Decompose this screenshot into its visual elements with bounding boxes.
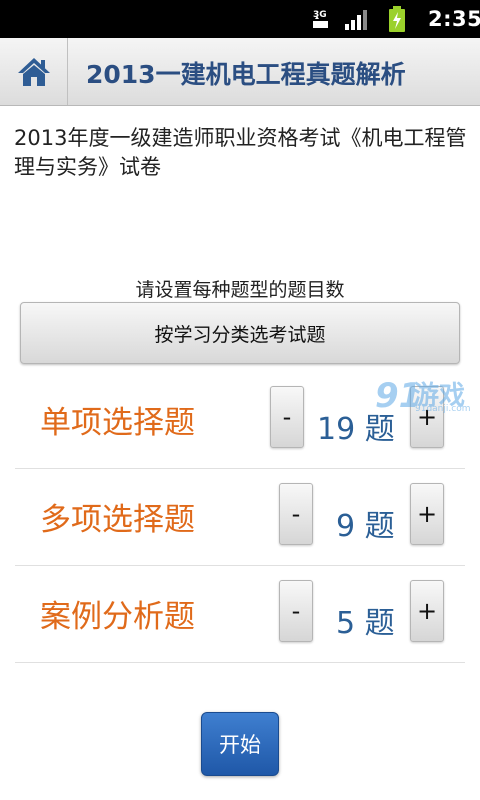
question-count: 5 题 (336, 606, 395, 641)
watermark-logo: 91 游戏 91danji.com (375, 373, 480, 419)
app-title: 2013一建机电工程真题解析 (86, 60, 406, 89)
home-icon (18, 58, 50, 86)
3g-data-icon: 3G (313, 10, 328, 28)
select-by-category-button[interactable]: 按学习分类选考试题 (20, 302, 460, 364)
question-count: 9 题 (336, 509, 395, 544)
exam-title: 2013年度一级建造师职业资格考试《机电工程管理与实务》试卷 (14, 126, 467, 179)
svg-text:91: 91 (375, 376, 415, 416)
decrease-button[interactable]: - (270, 386, 304, 448)
battery-charging-icon (389, 6, 405, 32)
question-type-label: 多项选择题 (40, 502, 195, 538)
increase-button[interactable]: + (410, 483, 444, 545)
question-count-prompt: 请设置每种题型的题目数 (135, 279, 345, 301)
watermark-url: 91danji.com (415, 404, 471, 414)
question-type-label: 案例分析题 (40, 599, 195, 635)
question-type-row-multiple: 多项选择题 - 9 题 + (15, 469, 465, 566)
status-bar: 3G 2:35 (0, 0, 480, 38)
question-type-label: 单项选择题 (40, 405, 195, 441)
clock: 2:35 (428, 7, 480, 31)
question-type-row-case: 案例分析题 - 5 题 + (15, 566, 465, 663)
watermark-logo-icon: 91 (375, 376, 422, 416)
decrease-button[interactable]: - (279, 580, 313, 642)
title-bar: 2013一建机电工程真题解析 (0, 38, 480, 106)
increase-button[interactable]: + (410, 580, 444, 642)
decrease-button[interactable]: - (279, 483, 313, 545)
svg-text:3G: 3G (313, 10, 327, 20)
signal-strength-icon (345, 10, 367, 30)
home-button[interactable] (0, 38, 68, 105)
start-button[interactable]: 开始 (201, 712, 279, 776)
